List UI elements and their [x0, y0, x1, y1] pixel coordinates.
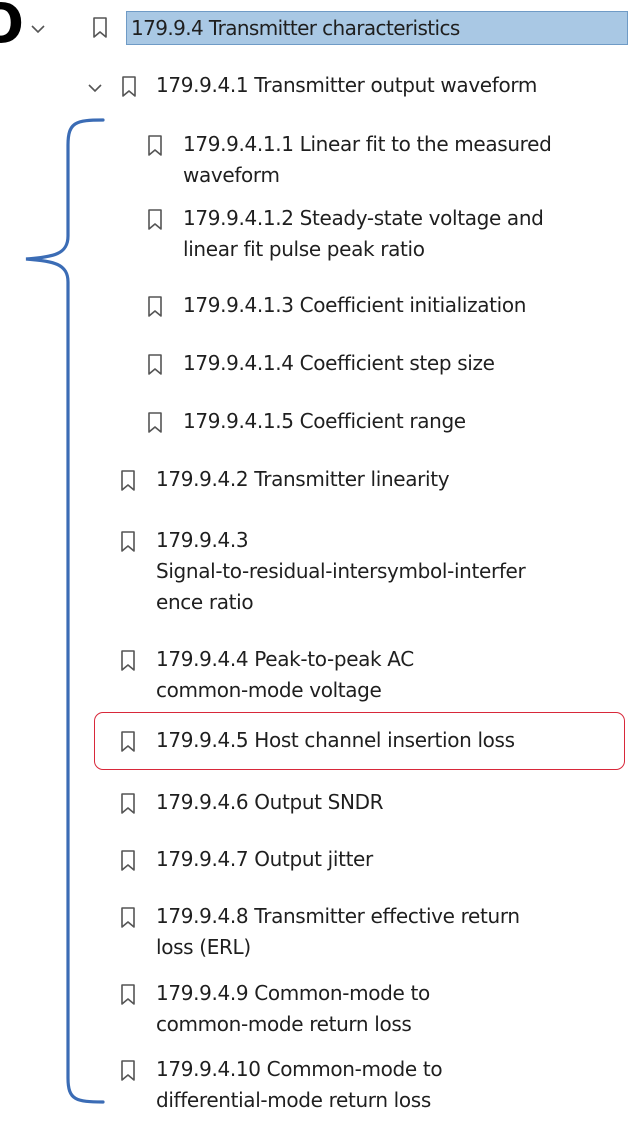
bookmarks-tree: O 179.9.4 Transmitter characteristics 17…	[0, 0, 631, 1126]
annotation-brace	[25, 118, 105, 1104]
